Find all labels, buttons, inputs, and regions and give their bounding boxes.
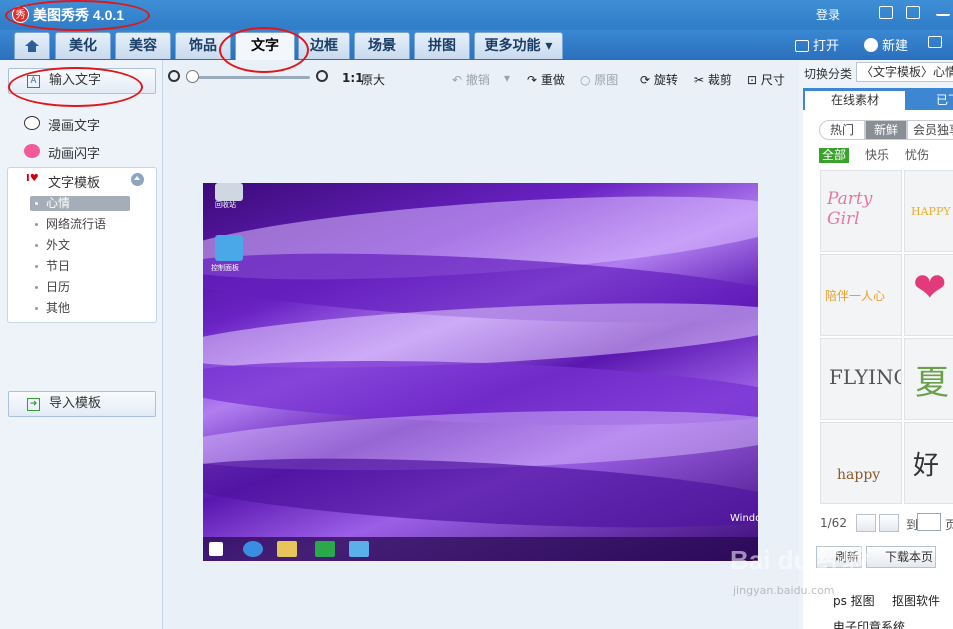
text-template-box: I♥ 文字模板 心情 网络流行语 外文 节日 日历 其他 xyxy=(7,167,157,323)
template-item[interactable]: 日历 xyxy=(30,280,130,295)
flash-heart-icon xyxy=(24,144,40,158)
template-header[interactable]: 文字模板 xyxy=(48,172,100,191)
next-page-button[interactable] xyxy=(879,514,899,532)
taskbar xyxy=(203,537,758,561)
control-panel-icon xyxy=(215,235,243,261)
category-select[interactable]: 〈文字模板〉心情 xyxy=(856,62,953,82)
windows-watermark-text: Windo xyxy=(730,513,758,524)
explorer-icon xyxy=(277,541,297,557)
template-thumbnail[interactable]: ❤ xyxy=(904,254,953,336)
login-link[interactable]: 登录 xyxy=(816,6,840,23)
speech-bubble-icon xyxy=(24,116,40,130)
baidu-watermark-url: jingyan.baidu.com xyxy=(733,584,835,597)
tab-downloaded[interactable]: 已下 xyxy=(928,91,953,110)
rotate-icon: ⟳ xyxy=(640,73,654,87)
resize-button[interactable]: ⊡ 尺寸 xyxy=(747,71,785,88)
menu-icon[interactable] xyxy=(906,6,920,19)
store-icon xyxy=(315,541,335,557)
home-icon xyxy=(25,40,39,52)
open-button[interactable]: 打开 xyxy=(795,35,839,54)
resize-icon: ⊡ xyxy=(747,73,761,87)
category-happy[interactable]: 快乐 xyxy=(865,148,889,163)
minimize-icon[interactable] xyxy=(936,6,950,16)
page-input[interactable] xyxy=(917,513,941,531)
segment-vip[interactable]: 会员独享 xyxy=(907,120,953,140)
undo-icon: ↶ xyxy=(452,73,466,87)
ad-link[interactable]: 电子印章系统 xyxy=(833,618,905,629)
recycle-bin-label: 回收站 xyxy=(215,201,236,209)
save-button[interactable] xyxy=(928,35,946,50)
template-item[interactable]: 其他 xyxy=(30,301,130,316)
template-item[interactable]: 节日 xyxy=(30,259,130,274)
recycle-bin-icon xyxy=(215,183,243,201)
template-thumbnail[interactable]: 夏 xyxy=(904,338,953,420)
original-size-button[interactable]: 原大 xyxy=(361,71,385,88)
template-thumbnail[interactable]: FLYING xyxy=(820,338,902,420)
message-icon[interactable] xyxy=(879,6,893,19)
ad-link[interactable]: 抠图软件 xyxy=(892,592,940,609)
original-image-button[interactable]: ○ 原图 xyxy=(580,71,618,88)
import-icon: ➜ xyxy=(27,398,40,411)
control-panel-task-icon xyxy=(349,541,369,557)
template-thumbnail[interactable]: 陪伴一人心 xyxy=(820,254,902,336)
zoom-slider-thumb[interactable] xyxy=(186,70,199,83)
template-thumbnail[interactable]: Party Girl xyxy=(820,170,902,252)
page-suffix-label: 页 xyxy=(945,518,953,532)
photo-canvas[interactable]: 回收站 控制面板 Windo xyxy=(203,183,758,561)
tab-beauty[interactable]: 美容 xyxy=(115,32,171,59)
tab-more[interactable]: 更多功能 ▾ xyxy=(474,32,563,59)
baidu-watermark: Bai du 经验 xyxy=(730,545,869,575)
annotation-circle-title xyxy=(5,0,150,31)
segment-new[interactable]: 新鲜 xyxy=(865,120,907,140)
start-icon xyxy=(209,542,223,556)
rotate-button[interactable]: ⟳ 旋转 xyxy=(640,71,678,88)
material-tabs: 在线素材 已下 xyxy=(803,88,953,110)
collapse-icon[interactable] xyxy=(131,173,144,186)
zoom-out-icon[interactable] xyxy=(168,70,180,82)
template-item[interactable]: 心情 xyxy=(30,196,130,211)
control-panel-label: 控制面板 xyxy=(211,264,239,272)
crop-button[interactable]: ✂ 裁剪 xyxy=(694,71,732,88)
category-all[interactable]: 全部 xyxy=(819,148,850,163)
comic-text-link[interactable]: 漫画文字 xyxy=(24,115,100,134)
new-button[interactable]: 新建 xyxy=(864,35,908,54)
segment-hot[interactable]: 热门 xyxy=(819,120,865,140)
tab-online-materials[interactable]: 在线素材 xyxy=(805,91,905,110)
ie-icon xyxy=(243,541,263,557)
tab-beautify[interactable]: 美化 xyxy=(55,32,111,59)
scissors-icon: ✂ xyxy=(694,73,708,87)
template-thumbnail[interactable]: happy xyxy=(820,422,902,504)
ad-link[interactable]: ps 抠图 xyxy=(833,592,875,609)
template-item[interactable]: 网络流行语 xyxy=(30,217,130,232)
animated-text-link[interactable]: 动画闪字 xyxy=(24,143,100,162)
template-thumbnail[interactable]: HAPPY xyxy=(904,170,953,252)
original-circle-icon: ○ xyxy=(580,73,595,87)
tab-collage[interactable]: 拼图 xyxy=(414,32,470,59)
page-indicator: 1/62 xyxy=(820,516,847,530)
annotation-circle-input-text xyxy=(8,67,143,107)
switch-category-label: 切换分类 xyxy=(804,67,853,81)
undo-button[interactable]: ↶ 撤销 xyxy=(452,71,490,88)
annotation-circle-text-tab xyxy=(219,27,309,73)
import-template-button[interactable]: ➜ 导入模板 xyxy=(8,391,156,417)
tab-home[interactable] xyxy=(14,32,50,59)
plus-icon xyxy=(864,38,878,52)
template-thumbnail[interactable]: 好 xyxy=(904,422,953,504)
save-icon xyxy=(928,36,942,48)
tab-scene[interactable]: 场景 xyxy=(354,32,410,59)
redo-button[interactable]: ↷ 重做 xyxy=(527,71,565,88)
left-panel: A 输入文字 漫画文字 动画闪字 I♥ 文字模板 心情 网络流行语 外文 节日 … xyxy=(0,60,163,629)
prev-page-button[interactable] xyxy=(856,514,876,532)
folder-icon xyxy=(795,40,809,52)
template-item[interactable]: 外文 xyxy=(30,238,130,253)
download-page-button[interactable]: 下载本页 xyxy=(866,546,936,568)
zoom-in-icon[interactable] xyxy=(316,70,328,82)
undo-dropdown-icon[interactable]: ▾ xyxy=(504,71,510,85)
love-icon: I♥ xyxy=(26,173,39,184)
category-sad[interactable]: 忧伤 xyxy=(905,148,929,163)
zoom-slider-track[interactable] xyxy=(190,76,310,79)
redo-icon: ↷ xyxy=(527,73,541,87)
